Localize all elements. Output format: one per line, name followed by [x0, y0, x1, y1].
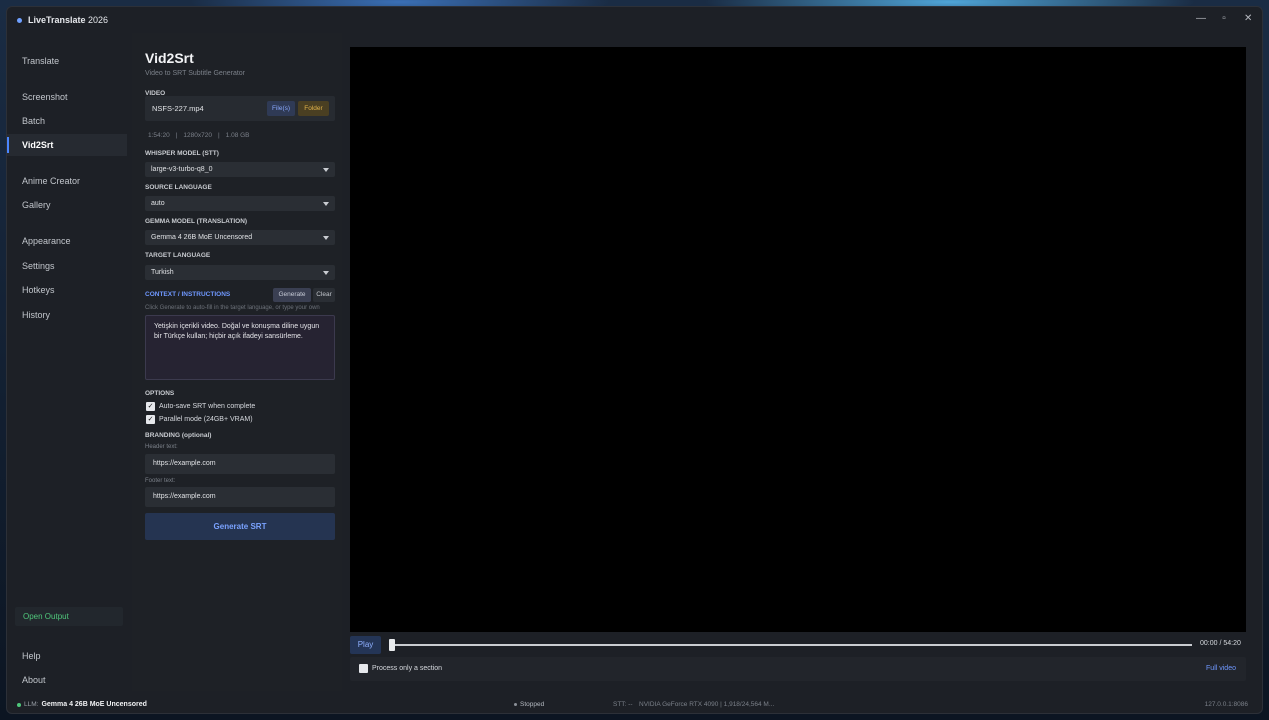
page-title: Vid2Srt: [145, 50, 194, 66]
context-hint: Click Generate to auto-fill in the targe…: [145, 305, 320, 311]
sidebar-item-hotkeys[interactable]: Hotkeys: [7, 279, 127, 301]
select-folder-button[interactable]: Folder: [298, 101, 329, 116]
page-subtitle: Video to SRT Subtitle Generator: [145, 70, 246, 77]
window-controls: — ▫ ✕: [1196, 13, 1252, 24]
time-separator: /: [1219, 640, 1222, 647]
meta-separator: |: [175, 132, 178, 139]
sidebar-item-appearance[interactable]: Appearance: [7, 230, 127, 252]
maximize-icon[interactable]: ▫: [1220, 13, 1228, 24]
run-state: Stopped: [514, 701, 544, 708]
header-text-input[interactable]: https://example.com: [145, 454, 335, 474]
gemma-model-value: Gemma 4 26B MoE Uncensored: [151, 234, 253, 241]
seek-handle[interactable]: [389, 639, 395, 651]
context-textarea[interactable]: Yetişkin içerikli video. Doğal ve konuşm…: [145, 315, 335, 380]
branding-label: BRANDING (optional): [145, 432, 212, 439]
open-output-button[interactable]: Open Output: [15, 607, 123, 626]
sidebar-item-vid2srt[interactable]: Vid2Srt: [7, 134, 127, 156]
sidebar-item-settings[interactable]: Settings: [7, 255, 127, 277]
player-controls: Play 00:00 / 54:20: [350, 635, 1246, 655]
time-current: 00:00: [1200, 640, 1218, 647]
footer-text-label: Footer text:: [145, 478, 176, 484]
sidebar-item-anime-creator[interactable]: Anime Creator: [7, 170, 127, 192]
clear-context-button[interactable]: Clear: [313, 288, 335, 302]
title-bar: LiveTranslate 2026 — ▫ ✕: [7, 7, 1262, 33]
source-language-value: auto: [151, 200, 165, 207]
video-preview[interactable]: [350, 47, 1246, 632]
sidebar-item-batch[interactable]: Batch: [7, 110, 127, 132]
server-address: 127.0.0.1:8086: [1204, 701, 1248, 708]
sidebar: Translate Screenshot Batch Vid2Srt Anime…: [7, 33, 132, 691]
chevron-down-icon: [323, 271, 329, 275]
status-dot-icon: [514, 703, 517, 706]
whisper-model-select[interactable]: large-v3-turbo-q8_0: [145, 162, 335, 177]
footer-text-input[interactable]: https://example.com: [145, 487, 335, 507]
parallel-option[interactable]: ✓ Parallel mode (24GB+ VRAM): [146, 415, 253, 424]
gemma-model-select[interactable]: Gemma 4 26B MoE Uncensored: [145, 230, 335, 245]
llm-status: LLM: Gemma 4 26B MoE Uncensored: [17, 701, 147, 708]
chevron-down-icon: [323, 168, 329, 172]
time-display: 00:00 / 54:20: [1200, 640, 1241, 647]
vid2srt-panel: Vid2Srt Video to SRT Subtitle Generator …: [132, 33, 342, 691]
status-dot-icon: [17, 702, 21, 707]
checkbox-unchecked[interactable]: [359, 664, 368, 673]
gpu-status: NVIDIA GeForce RTX 4090 | 1,918/24,564 M…: [639, 701, 775, 708]
header-text-label: Header text:: [145, 444, 178, 450]
seek-bar[interactable]: [390, 644, 1192, 646]
video-metadata: 1:54:20 | 1280x720 | 1.08 GB: [148, 132, 250, 139]
run-state-text: Stopped: [520, 701, 545, 708]
status-bar: LLM: Gemma 4 26B MoE Uncensored Stopped …: [7, 695, 1262, 713]
sidebar-item-about[interactable]: About: [7, 669, 127, 691]
sidebar-item-screenshot[interactable]: Screenshot: [7, 86, 127, 108]
llm-model-name: Gemma 4 26B MoE Uncensored: [41, 701, 147, 708]
parallel-label: Parallel mode (24GB+ VRAM): [159, 416, 253, 423]
source-language-select[interactable]: auto: [145, 196, 335, 211]
source-language-label: SOURCE LANGUAGE: [145, 184, 212, 191]
app-window: LiveTranslate 2026 — ▫ ✕ Translate Scree…: [6, 6, 1263, 714]
video-file-row: NSFS-227.mp4 File(s) Folder: [145, 96, 335, 121]
minimize-icon[interactable]: —: [1196, 13, 1206, 24]
process-section-label: Process only a section: [372, 665, 443, 672]
process-section-option[interactable]: Process only a section: [359, 664, 442, 673]
stt-status: STT: --: [613, 701, 633, 708]
play-button[interactable]: Play: [350, 636, 381, 654]
options-label: OPTIONS: [145, 390, 175, 397]
generate-srt-button[interactable]: Generate SRT: [145, 513, 335, 540]
video-duration: 1:54:20: [148, 132, 170, 139]
target-language-select[interactable]: Turkish: [145, 265, 335, 280]
sidebar-item-gallery[interactable]: Gallery: [7, 194, 127, 216]
sidebar-item-translate[interactable]: Translate: [7, 50, 127, 72]
close-icon[interactable]: ✕: [1244, 13, 1252, 24]
chevron-down-icon: [323, 236, 329, 240]
generate-context-button[interactable]: Generate: [273, 288, 311, 302]
checkbox-checked[interactable]: ✓: [146, 402, 155, 411]
context-label: CONTEXT / INSTRUCTIONS: [145, 291, 231, 298]
app-logo-icon: [17, 17, 22, 23]
video-resolution: 1280x720: [183, 132, 212, 139]
target-language-label: TARGET LANGUAGE: [145, 252, 211, 259]
autosave-label: Auto-save SRT when complete: [159, 403, 256, 410]
chevron-down-icon: [323, 202, 329, 206]
select-files-button[interactable]: File(s): [267, 101, 295, 116]
target-language-value: Turkish: [151, 269, 174, 276]
full-video-link[interactable]: Full video: [1206, 665, 1236, 672]
sidebar-item-history[interactable]: History: [7, 304, 127, 326]
whisper-model-label: WHISPER MODEL (STT): [145, 150, 219, 157]
video-file-name: NSFS-227.mp4: [152, 104, 204, 113]
autosave-option[interactable]: ✓ Auto-save SRT when complete: [146, 402, 255, 411]
whisper-model-value: large-v3-turbo-q8_0: [151, 166, 213, 173]
video-size: 1.08 GB: [225, 132, 250, 139]
meta-separator: |: [217, 132, 220, 139]
checkbox-checked[interactable]: ✓: [146, 415, 155, 424]
app-title: LiveTranslate 2026: [28, 15, 109, 25]
llm-label: LLM:: [24, 701, 39, 708]
sidebar-item-help[interactable]: Help: [7, 645, 127, 667]
section-bar: Process only a section Full video: [350, 657, 1246, 681]
time-total: 54:20: [1223, 640, 1241, 647]
gemma-model-label: GEMMA MODEL (Translation): [145, 218, 248, 225]
